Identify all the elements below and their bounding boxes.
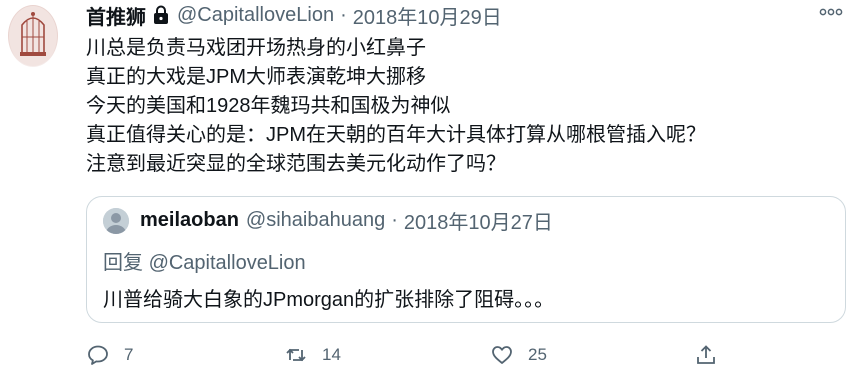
default-avatar-icon: [103, 208, 129, 234]
quoted-timestamp: 2018年10月27日: [403, 211, 553, 234]
handle[interactable]: @CapitalloveLion: [177, 4, 334, 27]
reply-count: 7: [124, 345, 134, 364]
retweet-button[interactable]: 14: [284, 338, 341, 372]
heart-icon: [492, 346, 512, 364]
share-icon: [697, 345, 715, 364]
quoted-avatar: [103, 208, 129, 234]
tweet-header: 首推狮 @CapitalloveLion · 2018年10月29日: [86, 1, 502, 30]
quoted-separator: ·: [391, 208, 398, 231]
reply-mention[interactable]: @CapitalloveLion: [149, 252, 306, 274]
reply-button[interactable]: 7: [86, 338, 133, 372]
timestamp[interactable]: 2018年10月29日: [353, 1, 502, 30]
reply-prefix: 回复: [103, 252, 143, 274]
like-button[interactable]: 25: [490, 338, 547, 372]
lock-icon: [154, 5, 168, 24]
retweet-icon: [286, 348, 306, 362]
reply-context: 回复 @CapitalloveLion: [103, 246, 306, 275]
quoted-header: meilaoban @sihaibahuang · 2018年10月27日: [140, 206, 553, 234]
retweet-count: 14: [322, 345, 341, 364]
tweet-text: 川总是负责马戏团开场热身的小红鼻子 真正的大戏是JPM大师表演乾坤大挪移 今天的…: [86, 37, 706, 175]
display-name[interactable]: 首推狮: [86, 1, 146, 30]
quoted-handle: @sihaibahuang: [245, 208, 386, 231]
quoted-tweet[interactable]: meilaoban @sihaibahuang · 2018年10月27日 回复…: [86, 196, 846, 323]
like-count: 25: [528, 345, 547, 364]
more-dots-icon[interactable]: [819, 6, 843, 18]
reply-icon: [88, 345, 108, 365]
birdcage-avatar-image: [9, 6, 57, 66]
avatar[interactable]: [8, 5, 58, 67]
tweet[interactable]: 首推狮 @CapitalloveLion · 2018年10月29日 川总是负责…: [86, 0, 853, 379]
quoted-display-name: meilaoban: [140, 208, 239, 231]
quoted-text: 川普给骑大白象的JPmorgan的扩张排除了阻碍。。。: [103, 289, 555, 311]
separator: ·: [340, 3, 347, 26]
share-button[interactable]: [694, 338, 718, 372]
action-bar: 7 14 25: [86, 338, 726, 372]
